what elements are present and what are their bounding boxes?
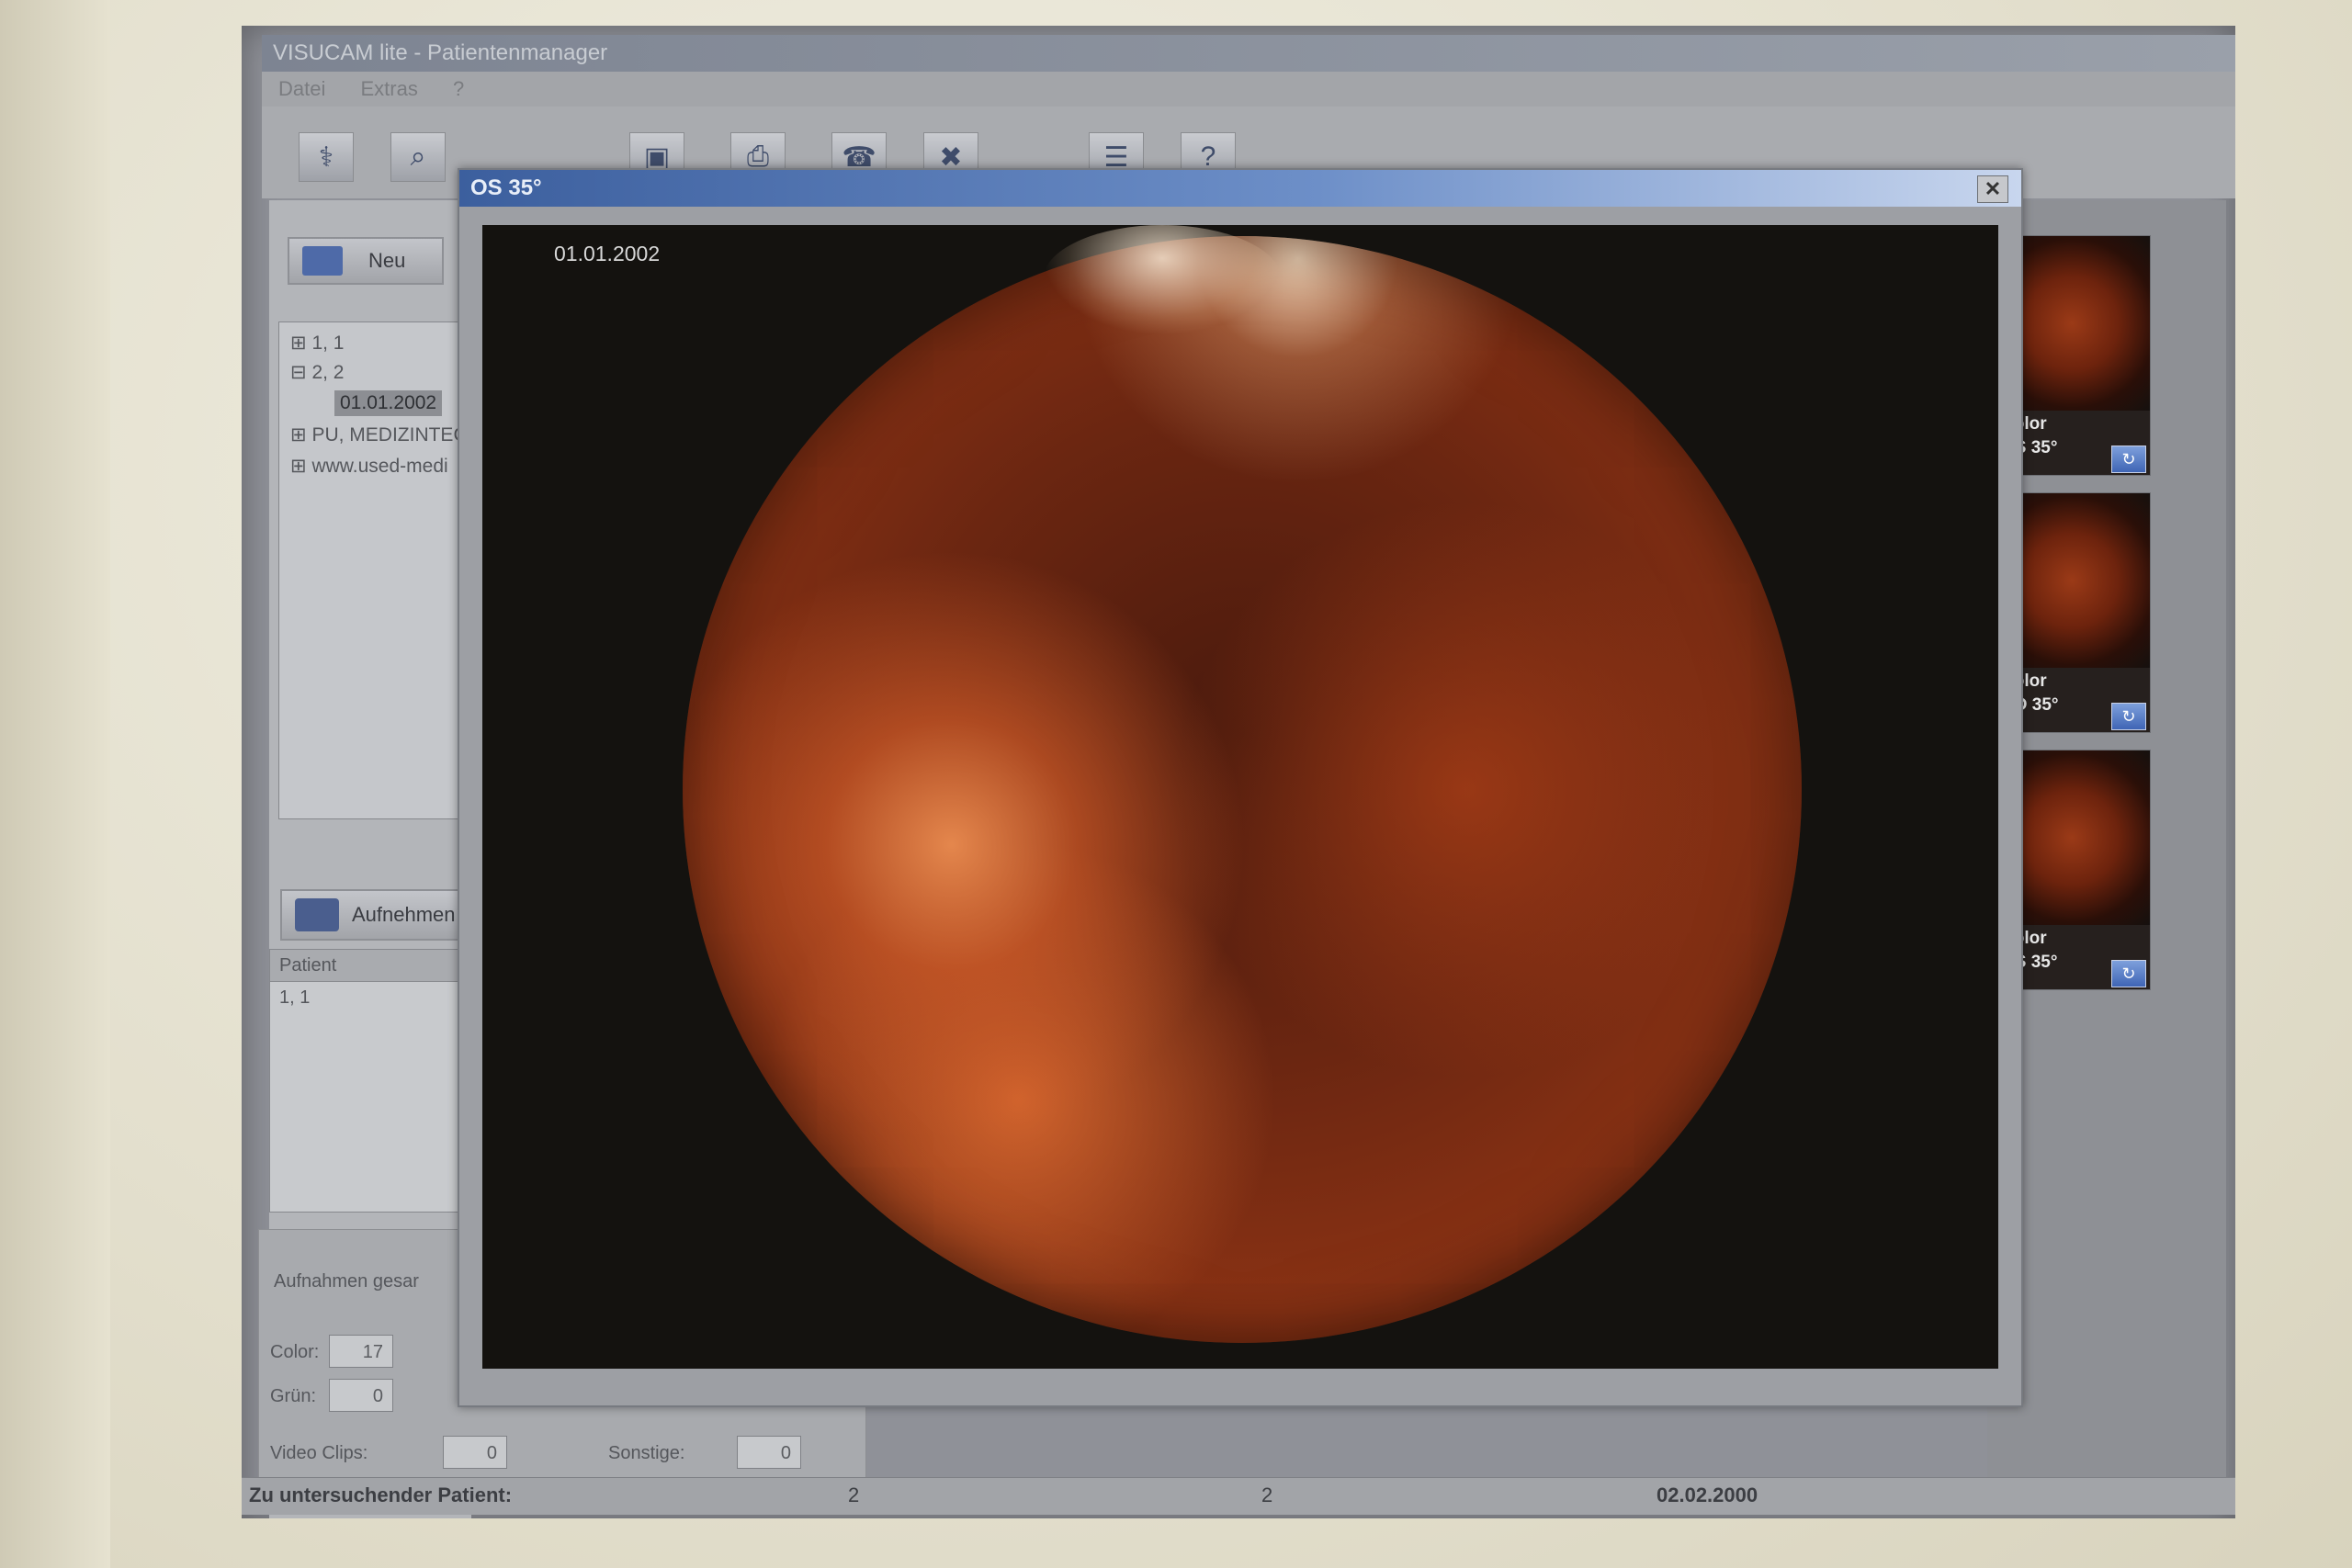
patient-row[interactable]: 1, 1 <box>270 982 463 1013</box>
close-button[interactable]: ✕ <box>1977 175 2008 203</box>
patient-icon[interactable]: ⚕ <box>299 132 354 182</box>
sonstige-count: 0 <box>737 1436 801 1469</box>
menu-datei[interactable]: Datei <box>278 77 325 100</box>
color-label: Color: <box>270 1342 320 1362</box>
new-button[interactable]: Neu <box>288 237 444 285</box>
image-viewer-titlebar[interactable]: OS 35° ✕ <box>459 170 2021 207</box>
status-label: Zu untersuchender Patient: <box>249 1483 513 1506</box>
thumbnail-open-button[interactable]: ↻ <box>2111 446 2146 473</box>
window-title: VISUCAM lite - Patientenmanager <box>262 35 2235 72</box>
tree-node[interactable]: ⊟ 2, 2 <box>290 361 344 384</box>
stats-title: Aufnahmen gesar <box>274 1271 419 1292</box>
record-button[interactable]: Aufnehmen <box>280 889 473 941</box>
search-icon[interactable]: ⌕ <box>390 132 446 182</box>
status-bar: Zu untersuchender Patient: 2 2 02.02.200… <box>242 1477 2235 1515</box>
status-field-2: 2 <box>1261 1483 1273 1506</box>
thumbnail-panel: Color OS 35° ↻ Color OD 35° ↻ Color OS 3… <box>1987 200 2226 1477</box>
new-button-label: Neu <box>368 249 406 272</box>
fundus-image-area[interactable]: 01.01.2002 <box>482 225 1998 1369</box>
sonstige-label: Sonstige: <box>608 1443 685 1463</box>
folder-icon <box>302 246 343 276</box>
color-count: 17 <box>329 1335 393 1368</box>
camera-user-icon <box>295 898 339 931</box>
gruen-count: 0 <box>329 1379 393 1412</box>
patient-list-header[interactable]: Patient <box>270 950 463 982</box>
menu-help[interactable]: ? <box>453 77 464 100</box>
gruen-label: Grün: <box>270 1386 317 1406</box>
video-count: 0 <box>443 1436 507 1469</box>
patient-list: Patient 1, 1 <box>269 949 464 1213</box>
monitor-bezel-left <box>0 0 110 1568</box>
image-date: 01.01.2002 <box>554 242 661 265</box>
menu-bar: Datei Extras ? <box>262 72 2235 107</box>
fundus-image <box>683 236 1802 1343</box>
image-viewer-title: OS 35° <box>470 175 542 200</box>
image-glare <box>1043 225 1282 335</box>
menu-extras[interactable]: Extras <box>360 77 417 100</box>
status-field-1: 2 <box>848 1483 860 1506</box>
thumbnail-open-button[interactable]: ↻ <box>2111 703 2146 730</box>
image-viewer-window: OS 35° ✕ 01.01.2002 <box>458 168 2023 1407</box>
tree-node[interactable]: ⊞ www.used-medi <box>290 455 448 478</box>
tree-node-selected[interactable]: 01.01.2002 <box>334 390 443 416</box>
tree-node[interactable]: ⊞ 1, 1 <box>290 332 344 355</box>
screen: VISUCAM lite - Patientenmanager Datei Ex… <box>242 26 2235 1518</box>
status-date: 02.02.2000 <box>1657 1483 1758 1506</box>
record-button-label: Aufnehmen <box>352 903 456 926</box>
tree-node[interactable]: ⊞ PU, MEDIZINTEC <box>290 423 468 446</box>
video-label: Video Clips: <box>270 1443 368 1463</box>
patient-tree: ⊞ 1, 1 ⊟ 2, 2 01.01.2002 ⊞ PU, MEDIZINTE… <box>278 321 482 819</box>
thumbnail-open-button[interactable]: ↻ <box>2111 960 2146 987</box>
